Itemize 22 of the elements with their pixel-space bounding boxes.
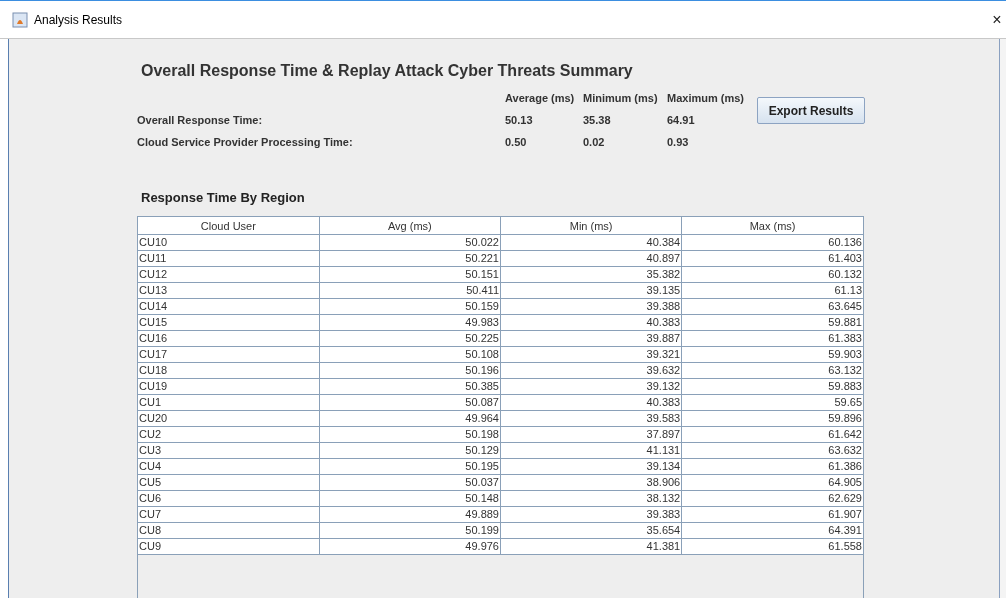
value-text: 0.02 — [583, 136, 606, 148]
export-results-button[interactable]: Export Results — [757, 97, 865, 124]
window-title: Analysis Results — [34, 12, 124, 27]
close-button[interactable]: × — [988, 10, 1006, 29]
column-header: Minimum (ms) — [583, 92, 659, 104]
scroll-bar[interactable] — [999, 39, 1006, 598]
value-text: 64.91 — [667, 114, 696, 126]
column-header: Min (ms) — [500, 217, 682, 235]
summary-title: Overall Response Time & Replay Attack Cyber Threats Summary — [141, 62, 634, 80]
column-header: Cloud User — [138, 217, 320, 235]
section-title: Response Time By Region — [141, 190, 306, 205]
value-text: 0.50 — [505, 136, 528, 148]
column-header: Avg (ms) — [319, 217, 501, 235]
column-header: Average (ms) — [505, 92, 576, 104]
row-label: Overall Response Time: — [137, 114, 264, 126]
column-header: Maximum (ms) — [667, 92, 746, 104]
value-text: 0.93 — [667, 136, 690, 148]
value-text: 35.38 — [583, 114, 612, 126]
value-text: 50.13 — [505, 114, 534, 126]
row-label: Cloud Service Provider Processing Time: — [137, 136, 354, 148]
column-header: Max (ms) — [681, 217, 863, 235]
app-icon — [12, 11, 28, 28]
